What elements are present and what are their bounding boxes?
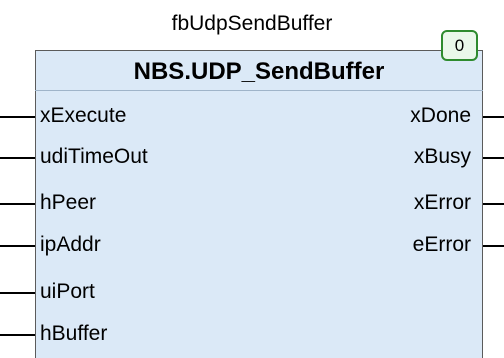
input-pin-label: uiPort	[40, 280, 95, 303]
input-pin-label: hPeer	[40, 191, 97, 214]
input-pin-line[interactable]	[0, 203, 35, 205]
output-pin-line[interactable]	[483, 157, 504, 159]
output-pin-line[interactable]	[483, 245, 504, 247]
input-pin-label: udiTimeOut	[40, 145, 148, 168]
input-pin-line[interactable]	[0, 245, 35, 247]
input-pin-line[interactable]	[0, 116, 35, 118]
input-pin-label: xExecute	[40, 104, 127, 127]
output-pin-line[interactable]	[483, 116, 504, 118]
input-pin-label: ipAddr	[40, 233, 101, 256]
header-divider	[35, 90, 483, 91]
instance-name: fbUdpSendBuffer	[171, 12, 333, 35]
execution-order-badge[interactable]: 0	[441, 30, 478, 61]
output-pin-line[interactable]	[483, 203, 504, 205]
output-pin-label: xDone	[410, 104, 471, 127]
input-pin-line[interactable]	[0, 292, 35, 294]
output-pin-label: eError	[412, 233, 471, 256]
output-pin-label: xError	[413, 191, 471, 214]
output-pin-label: xBusy	[413, 145, 471, 168]
block-type-name: NBS.UDP_SendBuffer	[133, 58, 385, 85]
input-pin-line[interactable]	[0, 334, 35, 336]
input-pin-label: hBuffer	[40, 322, 108, 345]
input-pin-line[interactable]	[0, 157, 35, 159]
